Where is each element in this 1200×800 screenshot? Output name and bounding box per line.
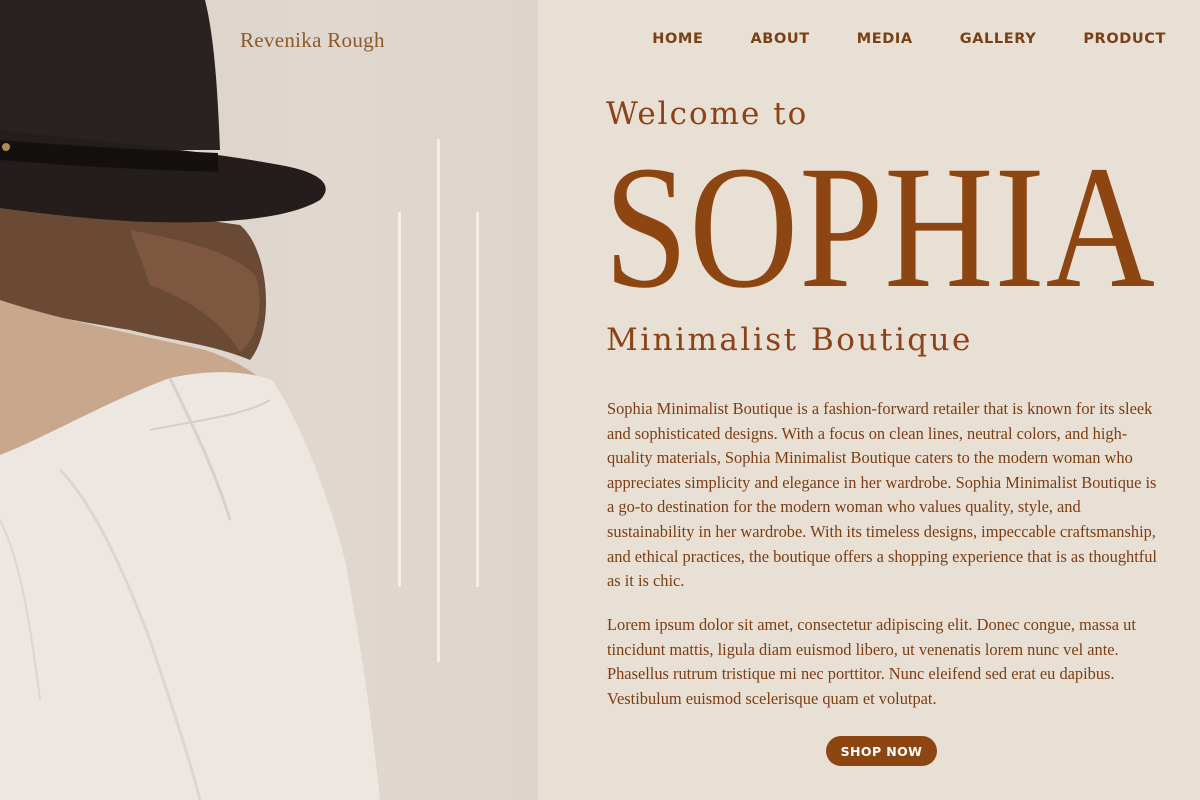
hero-subtitle: Minimalist Boutique — [606, 322, 973, 358]
decorative-line-2 — [437, 139, 440, 662]
lorem-paragraph: Lorem ipsum dolor sit amet, consectetur … — [607, 615, 1136, 708]
hero-title: SOPHIA — [604, 130, 1156, 325]
description-paragraph: Sophia Minimalist Boutique is a fashion-… — [607, 399, 1157, 591]
nav-gallery[interactable]: GALLERY — [960, 31, 1037, 47]
nav-product[interactable]: PRODUCT — [1083, 31, 1166, 47]
hero-photo — [0, 0, 538, 800]
brand-logo[interactable]: Revenika Rough — [240, 28, 385, 53]
nav-about[interactable]: ABOUT — [750, 31, 809, 47]
nav-media[interactable]: MEDIA — [857, 31, 913, 47]
woman-in-hat-illustration — [0, 0, 380, 800]
decorative-line-3 — [476, 212, 479, 587]
nav-home[interactable]: HOME — [652, 31, 703, 47]
shop-now-button[interactable]: SHOP NOW — [826, 736, 937, 766]
welcome-heading: Welcome to — [606, 96, 809, 132]
main-nav: HOME ABOUT MEDIA GALLERY PRODUCT — [605, 31, 1166, 47]
decorative-line-1 — [398, 212, 401, 587]
